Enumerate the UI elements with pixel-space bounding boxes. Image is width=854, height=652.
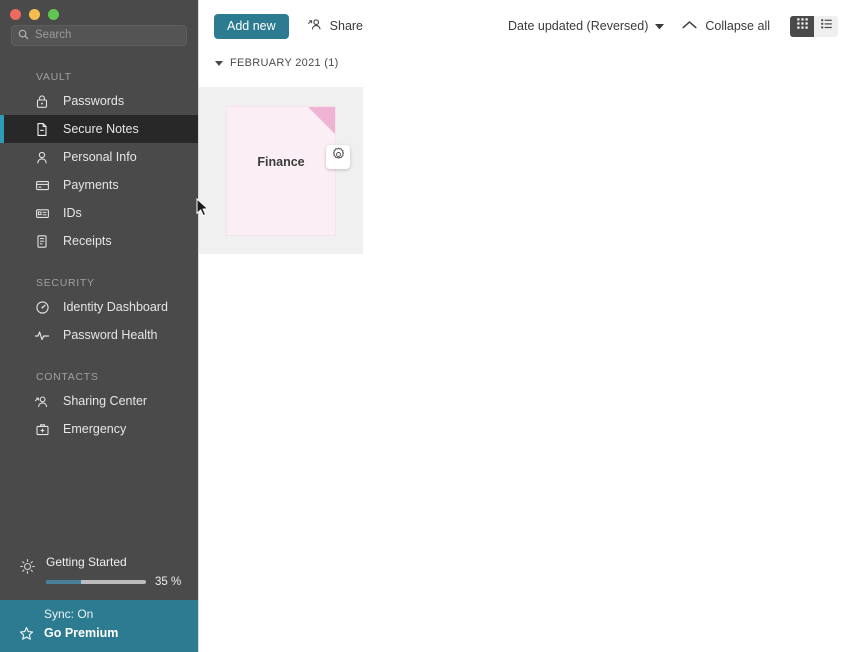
sidebar-item-label: Identity Dashboard: [63, 300, 168, 314]
note-fold-corner: [308, 107, 335, 134]
note-card-container: Finance: [199, 87, 363, 254]
getting-started-panel[interactable]: Getting Started 35 %: [0, 553, 198, 600]
sidebar-item-secure-notes[interactable]: Secure Notes: [0, 115, 198, 143]
share-person-icon: [34, 393, 50, 409]
receipt-icon: [34, 233, 50, 249]
grid-icon: [796, 17, 809, 35]
sort-label: Date updated (Reversed): [508, 19, 649, 33]
app-window: Search VAULT Passwords Secure Notes Pers…: [0, 0, 854, 652]
sidebar-item-payments[interactable]: Payments: [0, 171, 198, 199]
id-card-icon: [34, 205, 50, 221]
sidebar-item-identity-dashboard[interactable]: Identity Dashboard: [0, 293, 198, 321]
note-settings-button[interactable]: [326, 145, 350, 169]
getting-started-progress-fill: [46, 580, 81, 584]
sidebar-item-sharing-center[interactable]: Sharing Center: [0, 387, 198, 415]
note-card-finance[interactable]: Finance: [226, 106, 336, 236]
sidebar-item-ids[interactable]: IDs: [0, 199, 198, 227]
chevron-down-icon: [655, 19, 665, 33]
list-view-button[interactable]: [814, 15, 838, 37]
gear-icon: [331, 147, 346, 167]
sidebar-item-label: Passwords: [63, 94, 125, 108]
window-traffic-lights: [0, 0, 198, 22]
sidebar-section-vault-label: VAULT: [36, 71, 72, 83]
sort-dropdown[interactable]: Date updated (Reversed): [508, 19, 665, 33]
sidebar-item-label: IDs: [63, 206, 82, 220]
share-label: Share: [329, 19, 364, 33]
group-header-label: FEBRUARY 2021 (1): [230, 57, 339, 69]
list-icon: [820, 17, 833, 35]
note-title: Finance: [257, 155, 305, 169]
go-premium-button[interactable]: Go Premium: [18, 625, 198, 641]
view-toggle-group: [790, 15, 838, 37]
sync-status: Sync: On: [44, 607, 94, 621]
close-window-button[interactable]: [10, 9, 21, 20]
star-icon: [18, 625, 34, 641]
group-header-february-2021[interactable]: FEBRUARY 2021 (1): [199, 52, 854, 74]
pulse-icon: [34, 327, 50, 343]
lightbulb-icon: [18, 557, 36, 575]
chevron-up-icon: [682, 19, 697, 33]
getting-started-label: Getting Started: [46, 555, 127, 569]
sidebar-item-password-health[interactable]: Password Health: [0, 321, 198, 349]
search-icon: [18, 27, 29, 45]
sidebar-item-label: Payments: [63, 178, 119, 192]
sidebar-item-label: Sharing Center: [63, 394, 148, 408]
grid-view-button[interactable]: [790, 15, 814, 37]
person-icon: [34, 149, 50, 165]
sidebar-section-contacts-label: CONTACTS: [36, 371, 99, 383]
main-toolbar: Add new Share Date updated (Reversed) Co…: [199, 0, 854, 52]
go-premium-label: Go Premium: [44, 626, 119, 640]
minimize-window-button[interactable]: [29, 9, 40, 20]
collapse-all-button[interactable]: Collapse all: [682, 19, 770, 33]
share-person-icon: [307, 17, 323, 35]
sidebar-item-label: Secure Notes: [63, 122, 139, 136]
getting-started-progress-bar: [46, 580, 146, 584]
getting-started-percent: 35 %: [155, 576, 182, 588]
share-button[interactable]: Share: [307, 17, 363, 35]
sync-premium-panel: Sync: On Go Premium: [0, 600, 198, 652]
sidebar: Search VAULT Passwords Secure Notes Pers…: [0, 0, 199, 652]
sidebar-item-passwords[interactable]: Passwords: [0, 87, 198, 115]
search-placeholder: Search: [35, 28, 72, 41]
add-new-button[interactable]: Add new: [214, 13, 289, 39]
sidebar-item-label: Receipts: [63, 234, 112, 248]
card-icon: [34, 177, 50, 193]
search-container: Search: [0, 22, 198, 46]
sidebar-item-emergency[interactable]: Emergency: [0, 415, 198, 443]
gauge-icon: [34, 299, 50, 315]
lock-icon: [34, 93, 50, 109]
sidebar-item-label: Personal Info: [63, 150, 137, 164]
sidebar-item-label: Password Health: [63, 328, 158, 342]
sidebar-nav: VAULT Passwords Secure Notes Personal In…: [0, 67, 198, 553]
sidebar-section-security-label: SECURITY: [36, 277, 95, 289]
zoom-window-button[interactable]: [48, 9, 59, 20]
sidebar-item-personal-info[interactable]: Personal Info: [0, 143, 198, 171]
caret-down-icon: [215, 60, 223, 66]
note-icon: [34, 121, 50, 137]
emergency-kit-icon: [34, 421, 50, 437]
toolbar-right-group: Date updated (Reversed) Collapse all: [508, 15, 838, 37]
collapse-all-label: Collapse all: [705, 19, 770, 33]
sidebar-item-receipts[interactable]: Receipts: [0, 227, 198, 255]
search-input[interactable]: Search: [11, 25, 187, 46]
sidebar-item-label: Emergency: [63, 422, 127, 436]
